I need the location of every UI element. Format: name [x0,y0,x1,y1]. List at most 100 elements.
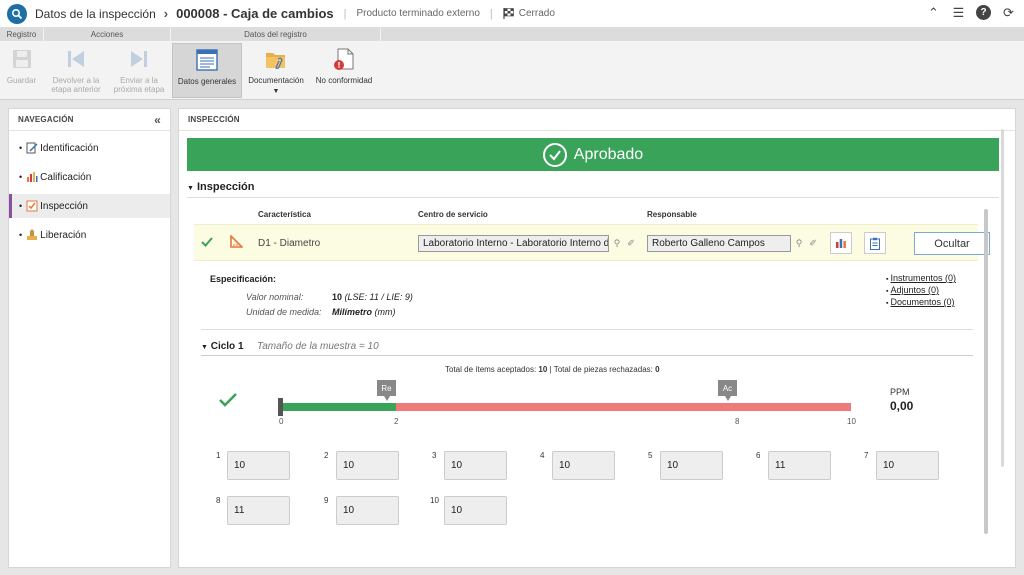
clear-field-icon[interactable]: ✐ [625,237,637,249]
nav-item-identificacion[interactable]: • Identificación [9,136,170,160]
caret-down-icon: ▼ [201,344,208,351]
title-bar: Datos de la inspección › 000008 - Caja d… [0,0,1024,28]
sample-input[interactable]: 10 [444,496,507,525]
checkered-flag-icon [503,8,514,19]
sample-input[interactable]: 10 [660,451,723,480]
approval-status: Aprobado [573,145,644,163]
column-responsible: Responsable [647,210,697,219]
ribbon-group-datos: Datos del registro [171,28,381,41]
tick-label: 2 [394,417,399,426]
sample-input[interactable]: 11 [768,451,831,480]
documentation-button[interactable]: Documentación ▼ [244,43,308,98]
documents-link[interactable]: Documentos (0) [886,297,956,309]
re-marker: Re [377,380,396,401]
panel-title: INSPECCIÓN [179,109,1015,131]
instruments-link[interactable]: Instrumentos (0) [886,273,956,285]
save-button[interactable]: Guardar [3,43,40,98]
clear-field-icon[interactable]: ✐ [807,237,819,249]
folder-clip-icon [263,46,289,72]
accepted-count: 10 [538,365,548,374]
search-icon[interactable]: ⚲ [793,237,805,249]
list-icon[interactable]: ☰ [951,5,966,20]
clipboard-icon [870,237,880,250]
sample-input[interactable]: 10 [876,451,939,480]
nominal-label: Valor nominal: [246,292,304,302]
column-service-center: Centro de servicio [418,210,488,219]
unit-value: Milímetro [332,307,373,317]
characteristic-name: D1 - Diametro [258,238,321,249]
unit-value-group: Milímetro (mm) [332,307,396,317]
ribbon-group-registro: Registro [0,28,44,41]
checklist-icon [26,200,38,212]
send-label-2: próxima etapa [113,85,165,94]
sample-number: 6 [756,451,761,460]
unit-label: Unidad de medida: [246,307,322,317]
return-label-1: Devolver a la [52,76,100,85]
inner-scrollbar[interactable] [984,209,988,534]
form-window-icon [194,47,220,73]
chevron-down-icon: ▼ [272,88,280,95]
tick-label: 0 [279,417,284,426]
ppm-label: PPM [890,387,910,397]
attachments-link[interactable]: Adjuntos (0) [886,285,956,297]
floppy-disk-icon [9,46,35,72]
hide-button[interactable]: Ocultar [914,232,990,255]
sample-number: 10 [430,496,439,505]
column-characteristic: Característica [258,210,311,219]
sample-number: 2 [324,451,329,460]
bullet: • [19,230,23,240]
cycle-toggle[interactable]: ▼ Ciclo 1 [201,341,244,352]
section-toggle[interactable]: ▼ Inspección [187,181,254,193]
responsible-field[interactable]: Roberto Galleno Campos [647,235,791,252]
chart-button[interactable] [830,232,852,254]
outer-scrollbar[interactable] [1001,129,1004,467]
nav-item-inspeccion[interactable]: • Inspección [9,194,170,218]
sample-input[interactable]: 10 [336,496,399,525]
sample-number: 7 [864,451,869,460]
return-stage-button[interactable]: Devolver a la etapa anterior [47,43,105,98]
section-title: Inspección [197,181,255,193]
ppm-value: 0,00 [890,399,914,413]
collapse-up-icon[interactable]: ⌃ [926,5,941,20]
sample-number: 1 [216,451,221,460]
general-data-button[interactable]: Datos generales [172,43,242,98]
send-label-1: Enviar a la [120,76,158,85]
bar-start-marker [278,398,283,416]
sample-input[interactable]: 11 [227,496,290,525]
sample-input[interactable]: 10 [444,451,507,480]
sample-size: Tamaño de la muestra = 10 [257,341,379,352]
app-logo-icon[interactable] [7,3,27,24]
sample-input[interactable]: 10 [227,451,290,480]
resource-links: Instrumentos (0) Adjuntos (0) Documentos… [886,273,956,309]
title-divider: | [343,7,347,20]
general-data-label: Datos generales [177,77,237,86]
navigation-panel: NAVEGACIÓN « • Identificación • Califica… [8,108,171,568]
check-icon [219,393,237,410]
edit-document-icon [26,142,38,154]
send-stage-button[interactable]: Enviar a la próxima etapa [110,43,168,98]
sample-input[interactable]: 10 [336,451,399,480]
nav-item-calificacion[interactable]: • Calificación [9,165,170,189]
refresh-icon[interactable]: ⟳ [1001,5,1016,20]
bar-chart-icon [26,171,38,183]
navigation-title: NAVEGACIÓN [18,115,74,124]
navigation-header: NAVEGACIÓN « [9,109,170,131]
sample-number: 5 [648,451,653,460]
nav-label: Inspección [40,200,88,212]
rejection-bar [396,403,851,411]
breadcrumb-parent[interactable]: Datos de la inspección [35,7,156,21]
collapse-left-icon[interactable]: « [154,109,161,131]
acceptance-bar [280,403,396,411]
sample-input[interactable]: 10 [552,451,615,480]
nav-item-liberacion[interactable]: • Liberación [9,223,170,247]
help-icon[interactable]: ? [976,5,991,20]
nonconformity-button[interactable]: No conformidad [311,43,377,98]
service-center-field[interactable]: Laboratorio Interno - Laboratorio Intern… [418,235,609,252]
record-origin: Producto terminado externo [356,8,480,19]
sample-number: 4 [540,451,545,460]
toolbar-ribbon: Registro Acciones Datos del registro Gua… [0,28,1024,100]
clipboard-button[interactable] [864,232,886,254]
cycle-title: Ciclo 1 [210,341,244,352]
characteristic-row: D1 - Diametro Laboratorio Interno - Labo… [194,224,990,261]
search-icon[interactable]: ⚲ [611,237,623,249]
